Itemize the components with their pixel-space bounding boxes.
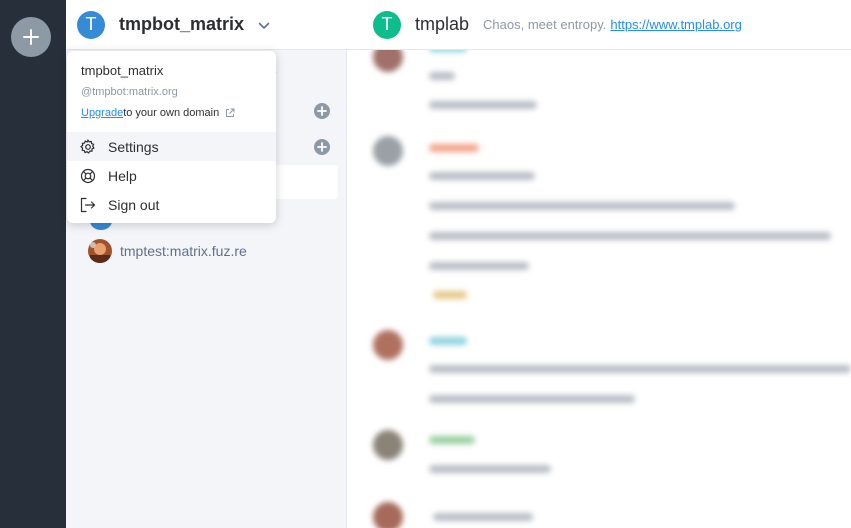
room-tile[interactable]: tmptest:matrix.fuz.re bbox=[88, 238, 247, 264]
lifebuoy-icon bbox=[80, 168, 96, 183]
message-line bbox=[429, 395, 635, 403]
sender-name bbox=[429, 144, 479, 152]
sender-avatar bbox=[373, 136, 403, 166]
upgrade-link[interactable]: Upgrade bbox=[81, 107, 123, 119]
space-rail bbox=[0, 0, 66, 528]
room-header-name[interactable]: tmplab bbox=[415, 14, 469, 35]
room-timeline bbox=[347, 50, 851, 528]
message-line bbox=[429, 365, 851, 373]
room-topic: Chaos, meet entropy. bbox=[483, 17, 607, 32]
reaction-badge bbox=[433, 291, 467, 299]
user-menu-button[interactable]: T tmpbot_matrix bbox=[66, 0, 347, 50]
menu-item-sign-out[interactable]: Sign out bbox=[67, 190, 276, 219]
sender-name bbox=[429, 436, 475, 444]
sender-name bbox=[429, 50, 467, 52]
menu-user-id: @tmpbot:matrix.org bbox=[81, 86, 178, 98]
menu-item-label: Settings bbox=[108, 138, 159, 155]
create-space-button[interactable] bbox=[11, 17, 51, 57]
upgrade-row: Upgrade to your own domain bbox=[81, 107, 235, 119]
message-line bbox=[429, 465, 551, 473]
plus-icon bbox=[317, 106, 327, 116]
message-line bbox=[429, 172, 535, 180]
sender-avatar bbox=[373, 330, 403, 360]
menu-item-help[interactable]: Help bbox=[67, 161, 276, 190]
add-dm-button[interactable] bbox=[314, 139, 330, 155]
sender-avatar bbox=[373, 502, 403, 528]
room-avatar bbox=[88, 239, 112, 263]
user-avatar: T bbox=[77, 10, 105, 39]
menu-item-settings[interactable]: Settings bbox=[67, 132, 276, 161]
external-link-icon bbox=[226, 108, 235, 117]
sender-avatar bbox=[373, 430, 403, 460]
message-line bbox=[429, 101, 537, 109]
add-room-button[interactable] bbox=[314, 103, 330, 119]
menu-item-label: Sign out bbox=[108, 196, 160, 213]
user-display-name: tmpbot_matrix bbox=[119, 14, 245, 34]
upgrade-suffix: to your own domain bbox=[123, 107, 220, 119]
room-name: tmptest:matrix.fuz.re bbox=[120, 243, 247, 259]
message-line bbox=[433, 513, 533, 521]
message-line bbox=[429, 232, 831, 240]
sender-name bbox=[429, 337, 467, 345]
chevron-down-icon bbox=[258, 22, 270, 29]
room-topic-link[interactable]: https://www.tmplab.org bbox=[610, 17, 742, 32]
room-header-avatar[interactable]: T bbox=[373, 10, 401, 39]
sender-avatar bbox=[373, 50, 403, 72]
plus-icon bbox=[317, 142, 327, 152]
message-line bbox=[429, 202, 735, 210]
sign-out-icon bbox=[80, 197, 96, 212]
gear-icon bbox=[80, 138, 95, 154]
menu-item-label: Help bbox=[108, 167, 137, 184]
plus-icon bbox=[23, 29, 39, 45]
message-line bbox=[429, 72, 455, 80]
menu-display-name: tmpbot_matrix bbox=[81, 63, 164, 78]
message-line bbox=[429, 262, 529, 270]
room-header: T tmplab Chaos, meet entropy. https://ww… bbox=[347, 0, 851, 50]
account-menu: tmpbot_matrix @tmpbot:matrix.org Upgrade… bbox=[67, 51, 276, 223]
